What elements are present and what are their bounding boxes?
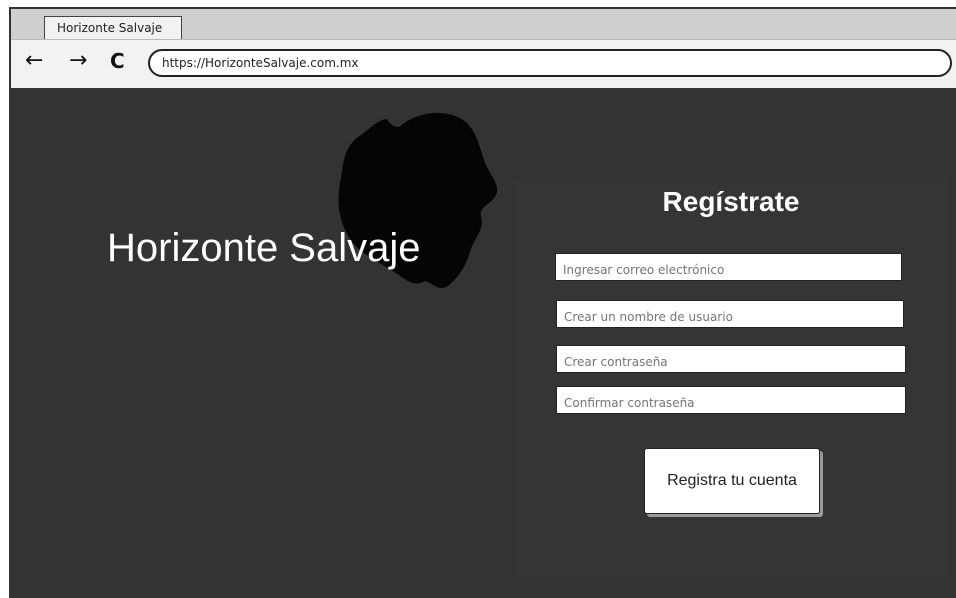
tab-bar: Horizonte Salvaje [11, 9, 956, 40]
register-button-label: Registra tu cuenta [667, 472, 797, 489]
browser-window: Horizonte Salvaje ← → C https://Horizont… [9, 7, 956, 598]
email-field[interactable] [555, 253, 902, 281]
password-field[interactable] [556, 345, 906, 373]
username-field[interactable] [556, 300, 904, 328]
confirm-password-field[interactable] [556, 386, 906, 414]
register-title: Regístrate [662, 186, 800, 217]
browser-tab[interactable]: Horizonte Salvaje [44, 16, 182, 40]
page-content: Horizonte Salvaje Regístrate Registra tu… [11, 88, 956, 598]
url-text: https://HorizonteSalvaje.com.mx [162, 56, 359, 70]
address-bar[interactable]: https://HorizonteSalvaje.com.mx [148, 49, 952, 77]
reload-icon[interactable]: C [110, 48, 125, 74]
browser-toolbar: ← → C https://HorizonteSalvaje.com.mx [11, 39, 956, 87]
tab-title: Horizonte Salvaje [57, 21, 163, 35]
arrow-left-icon[interactable]: ← [25, 48, 43, 74]
register-button[interactable]: Registra tu cuenta [644, 448, 820, 514]
register-panel [516, 178, 946, 578]
brand-title: Horizonte Salvaje [107, 226, 421, 270]
arrow-right-icon[interactable]: → [69, 48, 87, 74]
